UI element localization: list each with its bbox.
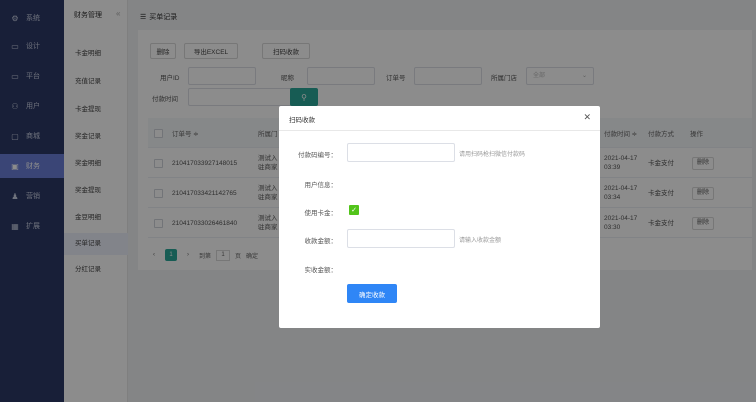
payment-code-hint: 请用扫码枪扫微信付款码 [459,152,526,158]
payment-code-input[interactable] [347,143,455,162]
modal-header: 扫码收款 ✕ [279,106,600,131]
amount-input[interactable] [347,229,455,248]
use-card-checkbox[interactable]: ✓ [349,205,359,215]
amount-hint: 请输入收款金额 [459,238,502,244]
amount-label: 收款金额： [304,238,338,245]
user-info-label: 用户信息： [304,182,338,189]
check-icon: ✓ [351,207,357,214]
actual-amount-label: 实收金额： [304,267,338,274]
confirm-payment-button[interactable]: 确定收款 [347,284,397,303]
use-card-label: 使用卡金： [304,210,338,217]
scan-pay-modal: 扫码收款 ✕ 付款码编号： 请用扫码枪扫微信付款码 用户信息： 使用卡金： ✓ … [279,106,600,328]
payment-code-label: 付款码编号： [298,152,337,159]
modal-title: 扫码收款 [289,117,315,124]
close-icon[interactable]: ✕ [583,112,591,123]
